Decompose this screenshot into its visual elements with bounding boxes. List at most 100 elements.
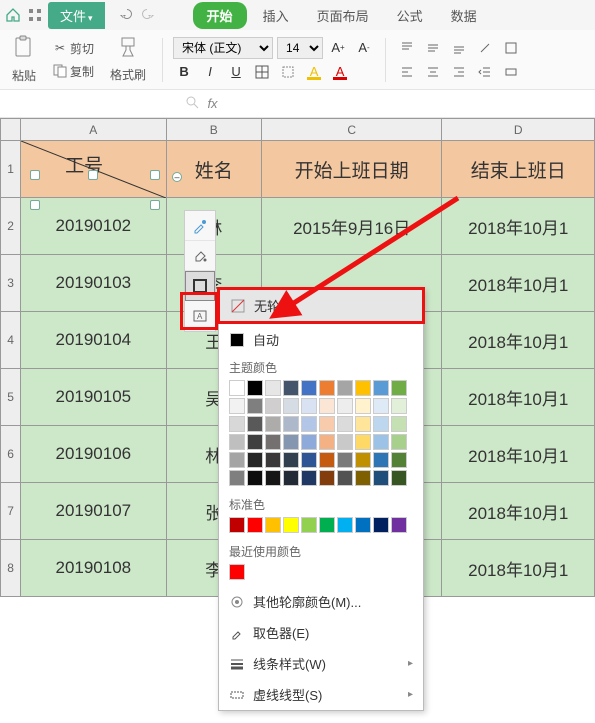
col-header[interactable]: B — [166, 119, 261, 141]
color-swatch[interactable] — [247, 470, 263, 486]
color-swatch[interactable] — [391, 416, 407, 432]
cell[interactable]: 20190107 — [21, 483, 166, 540]
color-swatch[interactable] — [265, 470, 281, 486]
more-font-button[interactable] — [277, 61, 299, 83]
color-swatch[interactable] — [391, 398, 407, 414]
border-button[interactable] — [251, 61, 273, 83]
color-swatch[interactable] — [391, 470, 407, 486]
color-swatch[interactable] — [373, 416, 389, 432]
color-swatch[interactable] — [355, 470, 371, 486]
cell[interactable]: 开始上班日期 — [261, 141, 442, 198]
color-swatch[interactable] — [283, 380, 299, 396]
align-right-button[interactable] — [448, 61, 470, 83]
color-swatch[interactable] — [319, 452, 335, 468]
auto-color-item[interactable]: 自动 — [219, 324, 423, 355]
color-swatch[interactable] — [301, 380, 317, 396]
cell[interactable]: 2018年10月1 — [442, 426, 595, 483]
color-swatch[interactable] — [265, 452, 281, 468]
align-left-button[interactable] — [396, 61, 418, 83]
history-fwd-icon[interactable] — [139, 6, 155, 25]
cell[interactable]: 20190105 — [21, 369, 166, 426]
shape-handle[interactable] — [150, 200, 160, 210]
tab-insert[interactable]: 插入 — [251, 2, 301, 29]
row-header[interactable]: 2 — [1, 198, 21, 255]
color-swatch[interactable] — [337, 398, 353, 414]
color-swatch[interactable] — [391, 434, 407, 450]
color-swatch[interactable] — [301, 416, 317, 432]
color-swatch[interactable] — [229, 470, 245, 486]
home-icon[interactable] — [4, 6, 22, 24]
color-swatch[interactable] — [337, 452, 353, 468]
color-swatch[interactable] — [283, 398, 299, 414]
row-header[interactable]: 6 — [1, 426, 21, 483]
cell[interactable]: 2018年10月1 — [442, 540, 595, 597]
history-back-icon[interactable] — [119, 6, 135, 25]
color-swatch[interactable] — [247, 380, 263, 396]
eyedropper-icon[interactable] — [185, 211, 215, 241]
row-header[interactable]: 3 — [1, 255, 21, 312]
color-swatch[interactable] — [283, 434, 299, 450]
color-swatch[interactable] — [373, 380, 389, 396]
shape-collapse-handle[interactable]: – — [172, 172, 182, 182]
color-swatch[interactable] — [283, 416, 299, 432]
cell[interactable]: 20190104 — [21, 312, 166, 369]
row-header[interactable]: 8 — [1, 540, 21, 597]
color-swatch[interactable] — [247, 398, 263, 414]
color-swatch[interactable] — [355, 380, 371, 396]
color-swatch[interactable] — [319, 517, 335, 533]
no-outline-item[interactable]: 无轮廓 — [220, 290, 422, 321]
align-center-button[interactable] — [422, 61, 444, 83]
align-mid-button[interactable] — [422, 37, 444, 59]
color-swatch[interactable] — [373, 452, 389, 468]
fx-label[interactable]: fx — [207, 96, 217, 111]
color-swatch[interactable] — [283, 470, 299, 486]
color-swatch[interactable] — [265, 434, 281, 450]
color-swatch[interactable] — [247, 452, 263, 468]
cell[interactable]: 2018年10月1 — [442, 369, 595, 426]
shape-handle[interactable] — [30, 200, 40, 210]
font-shrink-button[interactable]: A- — [353, 37, 375, 59]
shape-handle[interactable] — [30, 170, 40, 180]
color-swatch[interactable] — [373, 517, 389, 533]
line-style-item[interactable]: 线条样式(W) ▸ — [219, 648, 423, 679]
font-color-button[interactable]: A — [329, 61, 351, 83]
tab-start[interactable]: 开始 — [193, 2, 247, 29]
copy-button[interactable]: 复制 — [48, 61, 98, 82]
color-swatch[interactable] — [319, 434, 335, 450]
color-swatch[interactable] — [283, 452, 299, 468]
cell[interactable]: 2018年10月1 — [442, 483, 595, 540]
shape-handle[interactable] — [150, 170, 160, 180]
color-swatch[interactable] — [229, 517, 245, 533]
color-swatch[interactable] — [283, 517, 299, 533]
color-swatch[interactable] — [265, 517, 281, 533]
color-swatch[interactable] — [319, 380, 335, 396]
color-swatch[interactable] — [319, 470, 335, 486]
color-swatch[interactable] — [229, 416, 245, 432]
color-swatch[interactable] — [373, 470, 389, 486]
color-swatch[interactable] — [319, 416, 335, 432]
col-header[interactable]: A — [21, 119, 166, 141]
col-header[interactable]: C — [261, 119, 442, 141]
align-top-button[interactable] — [396, 37, 418, 59]
row-header[interactable]: 4 — [1, 312, 21, 369]
color-swatch[interactable] — [337, 416, 353, 432]
color-swatch[interactable] — [337, 470, 353, 486]
color-swatch[interactable] — [301, 398, 317, 414]
cell[interactable]: 2018年10月1 — [442, 255, 595, 312]
cell[interactable]: 2018年10月1 — [442, 198, 595, 255]
row-header[interactable]: 7 — [1, 483, 21, 540]
cell[interactable]: 2015年9月16日 — [261, 198, 442, 255]
tab-formula[interactable]: 公式 — [385, 2, 435, 29]
color-swatch[interactable] — [391, 380, 407, 396]
cell[interactable]: 结束上班日 — [442, 141, 595, 198]
font-grow-button[interactable]: A+ — [327, 37, 349, 59]
color-swatch[interactable] — [229, 398, 245, 414]
color-swatch[interactable] — [373, 398, 389, 414]
eyedropper-item[interactable]: 取色器(E) — [219, 617, 423, 648]
color-swatch[interactable] — [337, 517, 353, 533]
cell[interactable]: 2018年10月1 — [442, 312, 595, 369]
color-swatch[interactable] — [391, 517, 407, 533]
format-painter-button[interactable]: 格式刷 — [104, 32, 152, 87]
cell[interactable]: 20190102 — [21, 198, 166, 255]
color-swatch[interactable] — [301, 452, 317, 468]
